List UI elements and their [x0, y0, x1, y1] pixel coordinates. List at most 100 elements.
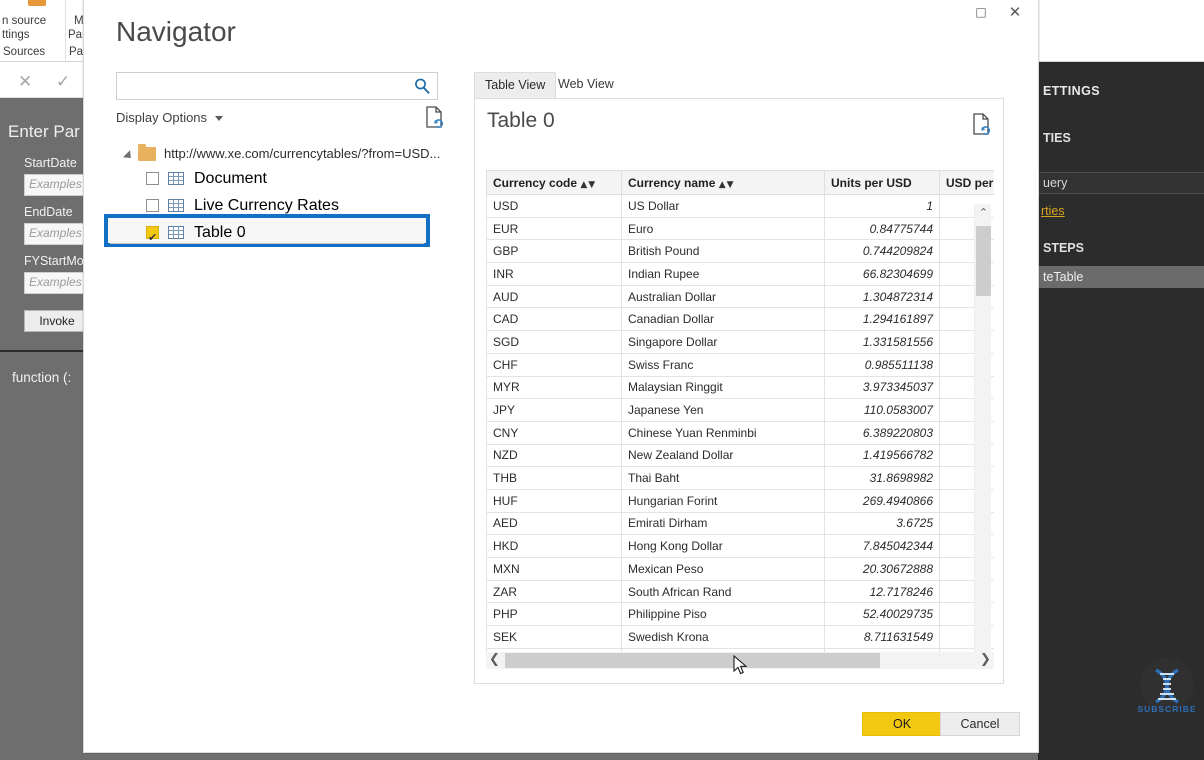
- ok-button[interactable]: OK: [862, 712, 942, 736]
- table-cell: GBP: [486, 239, 622, 264]
- column-header-usd-per-unit[interactable]: USD per U: [939, 170, 994, 195]
- table-cell: AED: [486, 511, 622, 536]
- chevron-down-icon[interactable]: [215, 116, 223, 121]
- table-row[interactable]: USD US Dollar 1: [486, 194, 994, 218]
- table-cell: SGD: [486, 330, 622, 354]
- table-cell: NZD: [486, 443, 622, 468]
- table-cell: 269.4940866: [824, 488, 940, 513]
- vertical-scroll-thumb[interactable]: [976, 226, 991, 296]
- table-cell: Philippine Piso: [621, 602, 825, 627]
- display-options-label[interactable]: Display Options: [116, 110, 207, 125]
- tree-item-label: Table 0: [194, 224, 246, 241]
- table-row[interactable]: PHPPhilippine Piso52.400297350: [486, 602, 994, 627]
- table-cell: 6.389220803: [824, 420, 940, 445]
- search-box[interactable]: [116, 72, 438, 100]
- checkbox-live-currency-rates[interactable]: [146, 199, 159, 212]
- table-cell: Chinese Yuan Renminbi: [621, 420, 825, 445]
- table-row[interactable]: CHFSwiss Franc0.9855111381: [486, 352, 994, 377]
- table-row[interactable]: EUREuro0.847757441: [486, 216, 994, 241]
- column-header-units-per-usd[interactable]: Units per USD: [824, 170, 940, 195]
- horizontal-scroll-thumb[interactable]: [505, 653, 880, 668]
- table-cell: 0.744209824: [824, 239, 940, 264]
- search-icon[interactable]: [413, 77, 431, 95]
- table-cell: 1: [824, 194, 940, 218]
- table-row[interactable]: AUDAustralian Dollar1.3048723140: [486, 284, 994, 309]
- table-row[interactable]: SGDSingapore Dollar1.3315815560: [486, 330, 994, 354]
- table-row[interactable]: SEK Swedish Krona 8.711631549: [486, 625, 994, 649]
- table-cell: Emirati Dirham: [621, 511, 825, 536]
- table-row[interactable]: AEDEmirati Dirham3.67250: [486, 511, 994, 536]
- tab-web-view[interactable]: Web View: [548, 72, 624, 98]
- scroll-up-icon[interactable]: ⌃: [975, 204, 992, 221]
- sort-arrows-icon[interactable]: ▲▼: [719, 180, 735, 190]
- table-cell: HUF: [486, 488, 622, 513]
- data-source-settings-icon: [28, 0, 46, 6]
- preview-tabs: Table View Web View: [474, 72, 1004, 98]
- expand-triangle-icon[interactable]: [122, 150, 135, 162]
- scroll-left-icon[interactable]: ❮: [486, 652, 503, 669]
- table-row[interactable]: CADCanadian Dollar1.2941618970: [486, 307, 994, 332]
- subscribe-label: SUBSCRIBE: [1137, 704, 1197, 714]
- table-row[interactable]: JPYJapanese Yen110.05830070: [486, 398, 994, 422]
- close-icon[interactable]: ✕: [18, 72, 32, 92]
- table-row[interactable]: THBThai Baht31.86989820: [486, 466, 994, 490]
- tree-root-node[interactable]: http://www.xe.com/currencytables/?from=U…: [116, 142, 446, 165]
- invoke-button[interactable]: Invoke: [24, 310, 90, 332]
- tree-item-label: Document: [194, 170, 267, 187]
- param-label-enddate: EndDate: [24, 205, 73, 219]
- table-cell: Australian Dollar: [621, 284, 825, 309]
- table-cell: Euro: [621, 216, 825, 241]
- table-cell: JPY: [486, 398, 622, 422]
- vertical-scrollbar[interactable]: ⌃ ⌄: [974, 204, 991, 665]
- data-grid-viewport[interactable]: Currency code ▲▼ Currency name ▲▼ Units …: [486, 170, 994, 665]
- table-cell: British Pound: [621, 239, 825, 264]
- tree-item-document[interactable]: Document: [116, 165, 446, 192]
- scroll-right-icon[interactable]: ❯: [977, 652, 994, 669]
- properties-header: TIES: [1043, 131, 1071, 145]
- table-cell: CHF: [486, 352, 622, 377]
- formula-bar: ✕ ✓: [0, 62, 96, 98]
- table-row[interactable]: CNYChinese Yuan Renminbi6.3892208030: [486, 420, 994, 445]
- all-properties-link[interactable]: rties: [1041, 204, 1204, 218]
- table-row[interactable]: MXNMexican Peso20.306728880: [486, 557, 994, 581]
- ribbon-label-line2: ttings: [2, 29, 30, 41]
- query-name-field[interactable]: uery: [1039, 172, 1204, 194]
- query-settings-header: ETTINGS: [1039, 74, 1204, 108]
- ribbon-group-sources[interactable]: n source ttings Sources: [0, 0, 66, 62]
- table-row[interactable]: HUFHungarian Forint269.49408660: [486, 488, 994, 513]
- check-icon[interactable]: ✓: [56, 72, 70, 92]
- checkbox-document[interactable]: [146, 172, 159, 185]
- table-cell: THB: [486, 466, 622, 490]
- column-header-currency-code[interactable]: Currency code ▲▼: [486, 170, 622, 195]
- table-row[interactable]: NZDNew Zealand Dollar1.4195667820: [486, 443, 994, 468]
- table-cell: 1.294161897: [824, 307, 940, 332]
- tab-table-view[interactable]: Table View: [474, 72, 557, 98]
- table-row[interactable]: MYRMalaysian Ringgit3.9733450370: [486, 375, 994, 400]
- table-row[interactable]: HKDHong Kong Dollar7.8450423440: [486, 534, 994, 558]
- table-header-row: Currency code ▲▼ Currency name ▲▼ Units …: [486, 170, 994, 195]
- source-tree: http://www.xe.com/currencytables/?from=U…: [104, 142, 446, 251]
- table-row[interactable]: ZAR South African Rand 12.7178246: [486, 579, 994, 604]
- table-cell: 1.304872314: [824, 284, 940, 309]
- refresh-page-icon[interactable]: [971, 113, 991, 135]
- table-cell: AUD: [486, 284, 622, 309]
- search-input[interactable]: [123, 73, 413, 99]
- cancel-button[interactable]: Cancel: [940, 712, 1020, 736]
- enter-parameters-title: Enter Par: [8, 122, 80, 141]
- function-signature: function (:: [12, 370, 72, 385]
- table-cell: 3.973345037: [824, 375, 940, 400]
- checkbox-table-0[interactable]: [146, 224, 159, 251]
- param-label-fystartmonth: FYStartMo: [24, 254, 84, 268]
- table-row[interactable]: INRIndian Rupee66.823046990: [486, 262, 994, 286]
- refresh-page-icon[interactable]: [424, 106, 444, 128]
- table-cell: 31.8698982: [824, 466, 940, 490]
- table-cell: Singapore Dollar: [621, 330, 825, 354]
- sort-arrows-icon[interactable]: ▲▼: [580, 180, 596, 190]
- table-row[interactable]: GBPBritish Pound0.7442098241: [486, 239, 994, 264]
- maximize-icon[interactable]: □: [964, 0, 998, 24]
- close-icon[interactable]: ✕: [998, 0, 1032, 24]
- column-header-label: USD per U: [946, 175, 994, 190]
- column-header-currency-name[interactable]: Currency name ▲▼: [621, 170, 825, 195]
- applied-step-item[interactable]: teTable: [1039, 266, 1204, 288]
- tree-item-table-0[interactable]: Table 0: [104, 214, 446, 251]
